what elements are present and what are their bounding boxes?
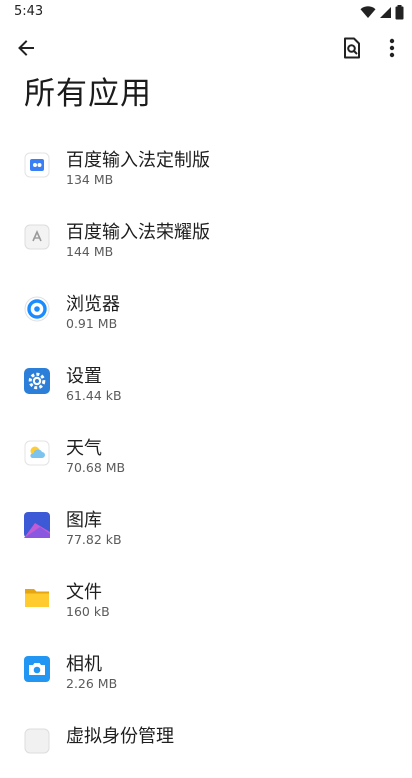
wifi-icon bbox=[360, 6, 376, 18]
status-bar: 5:43 bbox=[0, 0, 412, 24]
list-item[interactable]: 图库 77.82 kB bbox=[0, 490, 412, 562]
app-name: 文件 bbox=[66, 582, 102, 603]
app-name: 天气 bbox=[66, 438, 102, 459]
back-button[interactable] bbox=[10, 32, 42, 64]
signal-icon bbox=[380, 7, 391, 18]
weather-icon bbox=[24, 440, 50, 466]
page-title: 所有应用 bbox=[24, 76, 152, 112]
baidu-ime-custom-icon bbox=[24, 152, 50, 178]
browser-icon bbox=[24, 296, 50, 322]
app-name: 虚拟身份管理 bbox=[66, 726, 174, 747]
list-item[interactable]: 设置 61.44 kB bbox=[0, 346, 412, 418]
list-item[interactable]: 文件 160 kB bbox=[0, 562, 412, 634]
app-size: 134 MB bbox=[66, 172, 114, 187]
more-vert-icon bbox=[389, 38, 395, 58]
list-item[interactable]: 相机 2.26 MB bbox=[0, 634, 412, 706]
baidu-ime-honor-icon bbox=[24, 224, 50, 250]
app-size: 61.44 kB bbox=[66, 388, 122, 403]
status-icons bbox=[360, 5, 404, 20]
search-app-icon bbox=[344, 37, 360, 59]
toolbar bbox=[0, 28, 412, 68]
app-name: 百度输入法定制版 bbox=[66, 150, 210, 171]
list-item[interactable]: 虚拟身份管理 bbox=[0, 706, 412, 778]
app-size: 160 kB bbox=[66, 604, 110, 619]
app-name: 百度输入法荣耀版 bbox=[66, 222, 210, 243]
list-item[interactable]: 百度输入法定制版 134 MB bbox=[0, 130, 412, 202]
status-time: 5:43 bbox=[14, 4, 44, 19]
list-item[interactable]: 天气 70.68 MB bbox=[0, 418, 412, 490]
app-name: 浏览器 bbox=[66, 294, 120, 315]
back-arrow-icon bbox=[18, 40, 34, 56]
settings-icon bbox=[24, 368, 50, 394]
app-size: 0.91 MB bbox=[66, 316, 118, 331]
more-options-button[interactable] bbox=[378, 32, 406, 64]
app-size: 2.26 MB bbox=[66, 676, 118, 691]
app-name: 相机 bbox=[66, 654, 102, 675]
search-button[interactable] bbox=[336, 32, 368, 64]
camera-icon bbox=[24, 656, 50, 682]
gallery-icon bbox=[24, 512, 50, 538]
app-size: 77.82 kB bbox=[66, 532, 122, 547]
app-size: 70.68 MB bbox=[66, 460, 126, 475]
app-size: 144 MB bbox=[66, 244, 114, 259]
app-name: 图库 bbox=[66, 510, 102, 531]
list-item[interactable]: 浏览器 0.91 MB bbox=[0, 274, 412, 346]
list-item[interactable]: 百度输入法荣耀版 144 MB bbox=[0, 202, 412, 274]
battery-icon bbox=[395, 5, 404, 20]
app-name: 设置 bbox=[66, 366, 102, 387]
files-icon bbox=[24, 584, 50, 610]
